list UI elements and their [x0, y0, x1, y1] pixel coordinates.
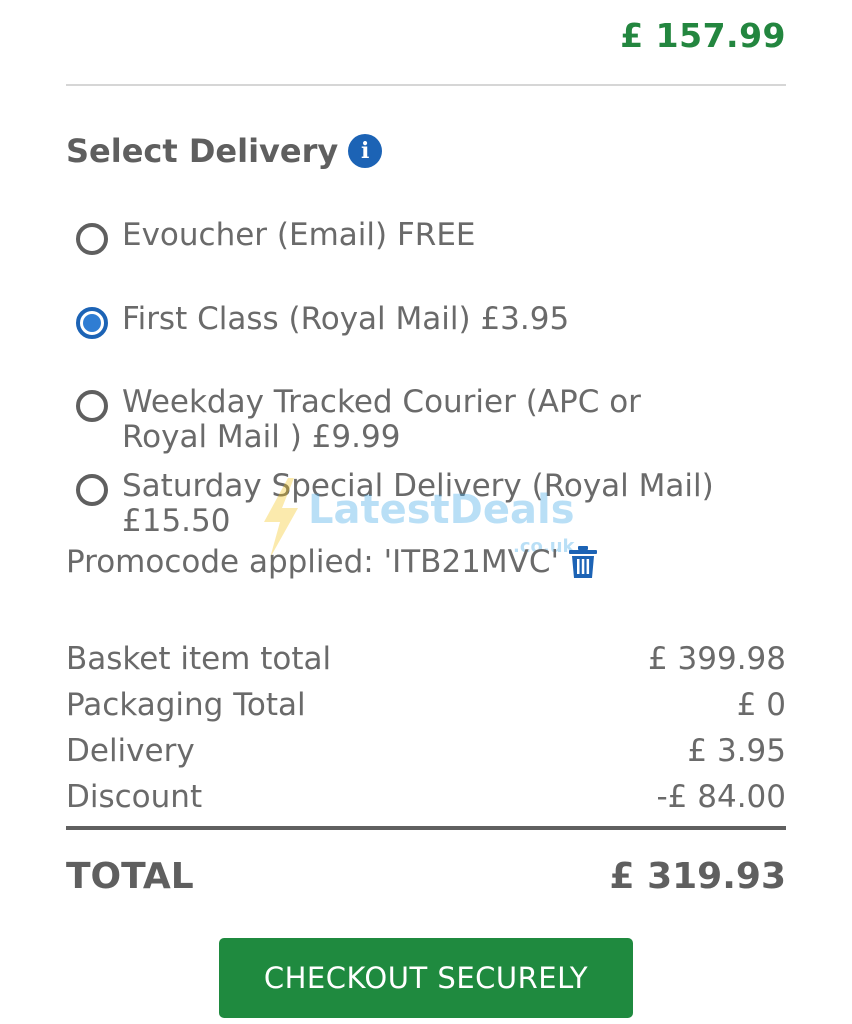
delivery-option-weekday-tracked[interactable]: Weekday Tracked Courier (APC or Royal Ma… [76, 385, 722, 455]
summary-row-packaging: Packaging Total £ 0 [66, 682, 786, 728]
delivery-option-label: Weekday Tracked Courier (APC or Royal Ma… [122, 384, 641, 455]
grand-total: TOTAL £ 319.93 [66, 856, 786, 897]
summary-label: Discount [66, 779, 203, 815]
delivery-option-evoucher[interactable]: Evoucher (Email) FREE [76, 218, 722, 255]
summary-value: £ 3.95 [687, 733, 786, 769]
summary-label: Packaging Total [66, 687, 306, 723]
radio-button[interactable] [76, 474, 108, 506]
radio-button[interactable] [76, 223, 108, 255]
trash-icon[interactable] [569, 546, 598, 578]
radio-button[interactable] [76, 390, 108, 422]
total-divider [66, 826, 786, 830]
summary-row-basket: Basket item total £ 399.98 [66, 636, 786, 682]
summary-value: £ 399.98 [647, 641, 786, 677]
delivery-option-label: Saturday Special Delivery (Royal Mail) £… [122, 468, 714, 539]
delivery-option-label: First Class (Royal Mail) £3.95 [122, 301, 570, 337]
summary-label: Basket item total [66, 641, 332, 677]
delivery-option-label: Evoucher (Email) FREE [122, 217, 476, 253]
summary-row-discount: Discount -£ 84.00 [66, 774, 786, 820]
total-value: £ 319.93 [609, 856, 786, 897]
delivery-title-text: Select Delivery [66, 132, 339, 170]
total-label: TOTAL [66, 856, 194, 897]
info-icon[interactable]: i [348, 134, 383, 168]
basket-price: £ 157.99 [620, 16, 786, 55]
order-summary: Basket item total £ 399.98 Packaging Tot… [66, 636, 786, 820]
promo-applied: Promocode applied: 'ITB21MVC' [66, 544, 598, 580]
summary-label: Delivery [66, 733, 195, 769]
summary-row-delivery: Delivery £ 3.95 [66, 728, 786, 774]
delivery-option-saturday-special[interactable]: Saturday Special Delivery (Royal Mail) £… [76, 469, 722, 539]
delivery-section-title: Select Delivery i [66, 132, 383, 170]
summary-value: £ 0 [736, 687, 786, 723]
delivery-option-first-class[interactable]: First Class (Royal Mail) £3.95 [76, 302, 722, 339]
promo-text: Promocode applied: 'ITB21MVC' [66, 544, 560, 580]
radio-button-selected[interactable] [76, 307, 108, 339]
summary-value: -£ 84.00 [656, 779, 786, 815]
top-divider [66, 84, 786, 86]
checkout-button[interactable]: CHECKOUT SECURELY [219, 938, 633, 1018]
